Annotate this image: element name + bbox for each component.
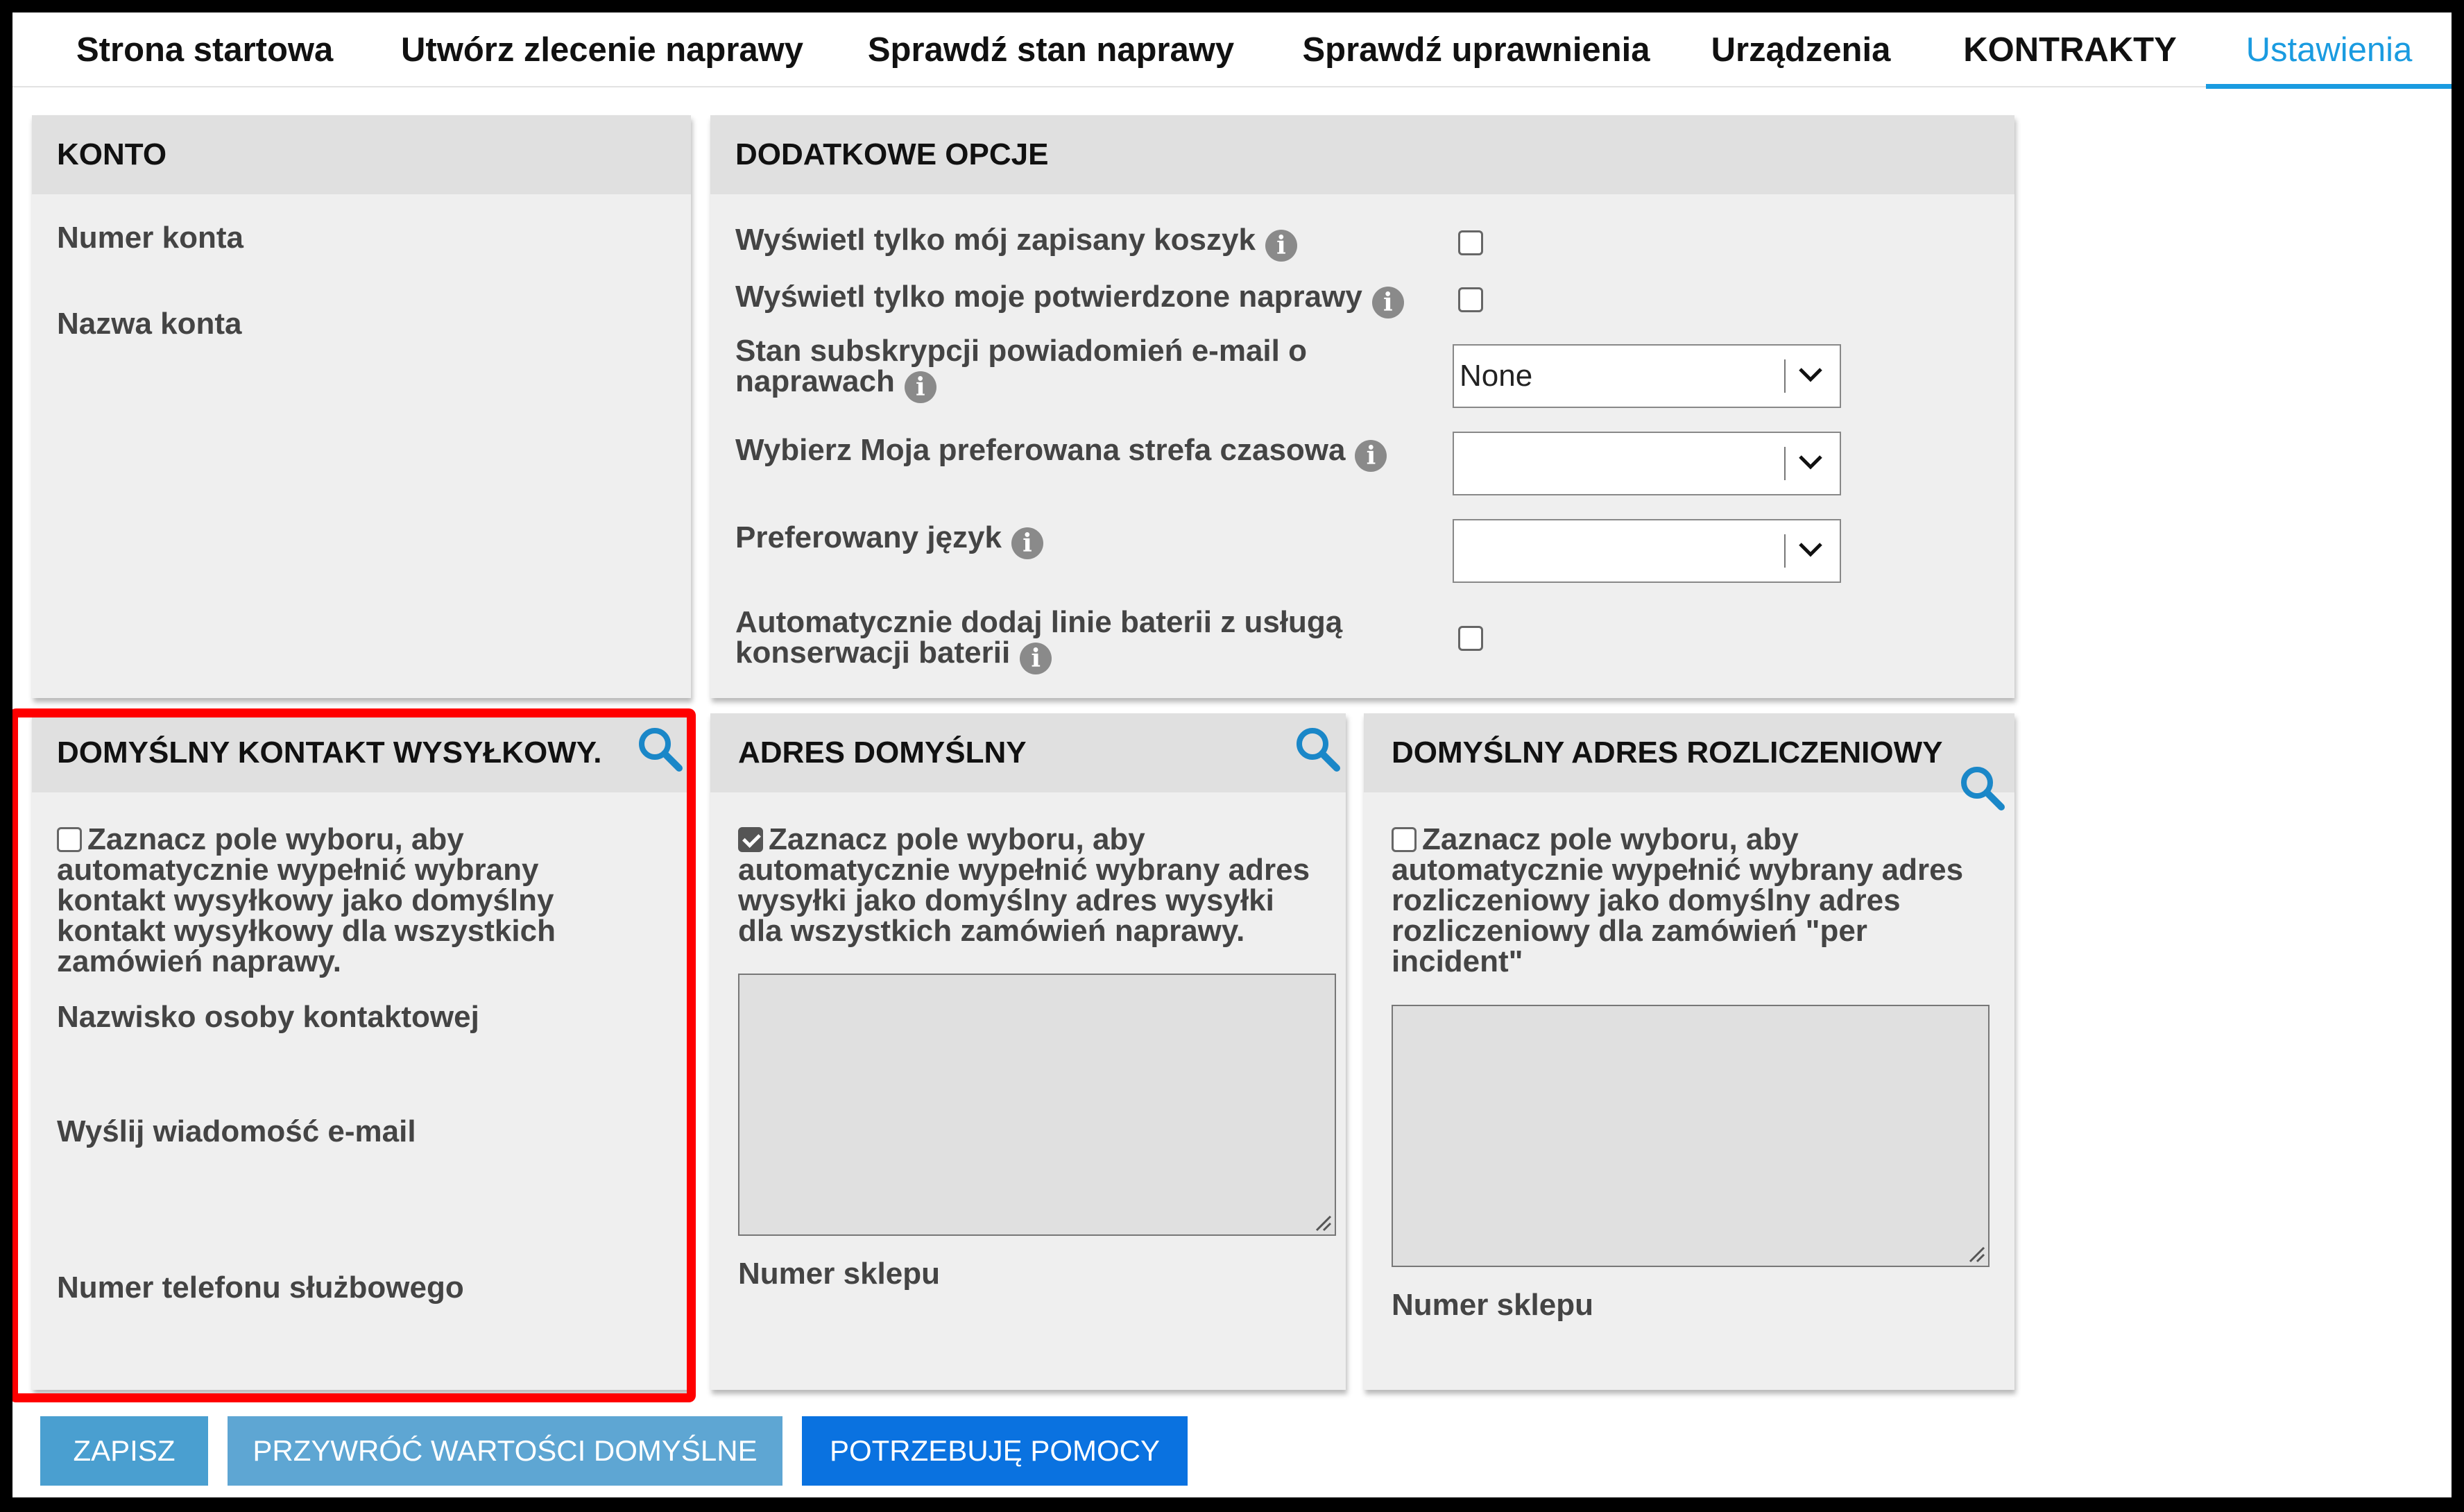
account-panel-title: KONTO: [57, 137, 167, 171]
restore-defaults-button[interactable]: PRZYWRÓĆ WARTOŚCI DOMYŚLNE: [228, 1416, 782, 1486]
default-billing-address-panel: DOMYŚLNY ADRES ROZLICZENIOWY Zaznacz pol…: [1364, 713, 2014, 1390]
info-icon[interactable]: i: [1265, 230, 1297, 262]
billing-address-textarea[interactable]: [1392, 1005, 1990, 1267]
battery-label-line1: Automatycznie dodaj linie baterii z usłu…: [735, 605, 1343, 639]
billing-address-checkbox-text: rozliczeniowy jako domyślny adres: [1392, 883, 1901, 917]
shipping-contact-checkbox-text: zamówień naprawy.: [57, 944, 341, 978]
select-divider: [1784, 359, 1786, 393]
need-help-button[interactable]: POTRZEBUJĘ POMOCY: [802, 1416, 1188, 1486]
account-name-label: Nazwa konta: [57, 307, 242, 341]
default-address-checkbox-text: Zaznacz pole wyboru, aby: [769, 822, 1145, 856]
chevron-down-icon: [1799, 368, 1822, 382]
default-address-checkbox-text: dla wszystkich zamówień naprawy.: [738, 914, 1245, 948]
select-divider: [1784, 534, 1786, 568]
billing-address-checkbox[interactable]: [1392, 827, 1417, 852]
email-subscription-select[interactable]: None: [1453, 344, 1841, 408]
options-panel-header: DODATKOWE OPCJE: [710, 115, 2014, 194]
email-subscription-label-line1: Stan subskrypcji powiadomień e-mail o: [735, 334, 1307, 368]
tab-create-repair[interactable]: Utwórz zlecenie naprawy: [401, 12, 803, 87]
options-panel-title: DODATKOWE OPCJE: [735, 137, 1049, 171]
default-address-checkbox-text: automatycznie wypełnić wybrany adres: [738, 853, 1310, 887]
billing-address-option: Zaznacz pole wyboru, aby automatycznie w…: [1392, 824, 2002, 977]
language-select[interactable]: [1453, 519, 1841, 583]
tab-repair-status[interactable]: Sprawdź stan naprawy: [867, 12, 1235, 87]
shipping-contact-header: DOMYŚLNY KONTAKT WYSYŁKOWY.: [32, 713, 691, 792]
send-email-label: Wyślij wiadomość e-mail: [57, 1114, 416, 1148]
resize-grip-icon[interactable]: [1314, 1214, 1332, 1232]
battery-label-line2: konserwacji baterii: [735, 636, 1011, 670]
confirmed-repairs-option: Wyświetl tylko moje potwierdzone naprawy…: [735, 280, 1404, 318]
saved-cart-checkbox[interactable]: [1458, 230, 1483, 255]
tab-devices[interactable]: Urządzenia: [1711, 12, 1891, 87]
save-button[interactable]: ZAPISZ: [40, 1416, 208, 1486]
tab-settings[interactable]: Ustawienia: [2206, 12, 2452, 89]
info-icon[interactable]: i: [1355, 440, 1387, 472]
battery-checkbox[interactable]: [1458, 626, 1483, 651]
tab-contracts[interactable]: KONTRAKTY: [1959, 12, 2181, 87]
select-divider: [1784, 447, 1786, 480]
store-number-label: Numer sklepu: [1392, 1288, 1593, 1322]
settings-page: Strona startowa Utwórz zlecenie naprawy …: [12, 12, 2452, 1497]
billing-address-checkbox-text: automatycznie wypełnić wybrany adres: [1392, 853, 1964, 887]
billing-address-title: DOMYŚLNY ADRES ROZLICZENIOWY: [1392, 736, 1943, 770]
search-icon[interactable]: [1958, 763, 2006, 812]
saved-cart-label: Wyświetl tylko mój zapisany koszyk: [735, 223, 1256, 257]
saved-cart-option: Wyświetl tylko mój zapisany koszyk i: [735, 223, 1297, 262]
language-label: Preferowany język: [735, 520, 1002, 554]
main-nav: Strona startowa Utwórz zlecenie naprawy …: [12, 12, 2452, 89]
billing-address-checkbox-text: incident": [1392, 944, 1523, 978]
info-icon[interactable]: i: [1371, 287, 1404, 318]
shipping-contact-checkbox-text: automatycznie wypełnić wybrany: [57, 853, 539, 887]
shipping-contact-checkbox-text: kontakt wysyłkowy jako domyślny: [57, 883, 554, 917]
default-address-title: ADRES DOMYŚLNY: [738, 736, 1027, 770]
default-address-textarea[interactable]: [738, 974, 1336, 1236]
shipping-contact-checkbox-text: kontakt wysyłkowy dla wszystkich: [57, 914, 556, 948]
email-subscription-value: None: [1460, 359, 1533, 393]
chevron-down-icon: [1799, 455, 1822, 470]
default-address-header: ADRES DOMYŚLNY: [710, 713, 1346, 792]
info-icon[interactable]: i: [1020, 643, 1052, 674]
business-phone-label: Numer telefonu służbowego: [57, 1271, 464, 1305]
battery-option: Automatycznie dodaj linie baterii z usłu…: [735, 607, 1429, 674]
shipping-contact-title: DOMYŚLNY KONTAKT WYSYŁKOWY.: [57, 736, 602, 770]
shipping-contact-checkbox-text: Zaznacz pole wyboru, aby: [87, 822, 464, 856]
shipping-contact-default-option: Zaznacz pole wyboru, aby automatycznie w…: [57, 824, 681, 977]
info-icon[interactable]: i: [1011, 527, 1043, 559]
resize-grip-icon[interactable]: [1967, 1245, 1985, 1263]
default-address-checkbox-text: wysyłki jako domyślny adres wysyłki: [738, 883, 1274, 917]
shipping-contact-default-checkbox[interactable]: [57, 827, 82, 852]
account-panel-header: KONTO: [32, 115, 691, 194]
search-icon[interactable]: [1293, 724, 1342, 773]
default-address-panel: ADRES DOMYŚLNY Zaznacz pole wyboru, aby …: [710, 713, 1346, 1390]
info-icon[interactable]: i: [904, 371, 936, 403]
additional-options-panel: DODATKOWE OPCJE Wyświetl tylko mój zapis…: [710, 115, 2014, 698]
chevron-down-icon: [1799, 543, 1822, 557]
store-number-label: Numer sklepu: [738, 1257, 940, 1291]
tab-home[interactable]: Strona startowa: [76, 12, 333, 87]
billing-address-checkbox-text: rozliczeniowy dla zamówień "per: [1392, 914, 1867, 948]
email-subscription-label-line2: naprawach: [735, 364, 895, 398]
timezone-select[interactable]: [1453, 432, 1841, 495]
default-address-option: Zaznacz pole wyboru, aby automatycznie w…: [738, 824, 1335, 946]
email-subscription-option: Stan subskrypcji powiadomień e-mail o na…: [735, 336, 1429, 403]
default-shipping-contact-panel: DOMYŚLNY KONTAKT WYSYŁKOWY. Zaznacz pole…: [32, 713, 691, 1390]
language-option: Preferowany język i: [735, 520, 1043, 559]
contact-name-label: Nazwisko osoby kontaktowej: [57, 1000, 479, 1034]
confirmed-repairs-label: Wyświetl tylko moje potwierdzone naprawy: [735, 280, 1362, 314]
tab-check-entitlement[interactable]: Sprawdź uprawnienia: [1297, 12, 1655, 87]
billing-address-checkbox-text: Zaznacz pole wyboru, aby: [1422, 822, 1799, 856]
search-icon[interactable]: [635, 724, 684, 773]
default-address-checkbox[interactable]: [738, 827, 763, 852]
account-number-label: Numer konta: [57, 221, 243, 255]
timezone-label: Wybierz Moja preferowana strefa czasowa: [735, 433, 1346, 467]
confirmed-repairs-checkbox[interactable]: [1458, 287, 1483, 312]
timezone-option: Wybierz Moja preferowana strefa czasowa i: [735, 433, 1387, 472]
billing-address-header: DOMYŚLNY ADRES ROZLICZENIOWY: [1364, 713, 2014, 792]
account-panel: KONTO Numer konta Nazwa konta: [32, 115, 691, 698]
